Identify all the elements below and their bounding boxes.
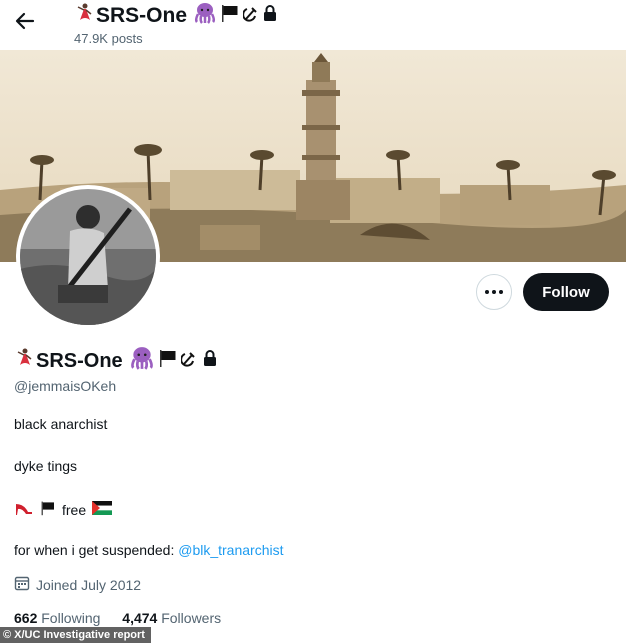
high-heel-emoji-icon [14,500,34,519]
bio-suspended-text: for when i get suspended: [14,542,179,558]
avatar[interactable] [16,185,160,329]
joined-date: Joined July 2012 [14,575,141,594]
more-button[interactable] [476,274,512,310]
profile-name: SRS-One [14,346,218,376]
hammer-sickle-emoji-icon [179,349,197,373]
followers-link[interactable]: 4,474 Followers [122,610,221,626]
backup-account-link[interactable]: @blk_tranarchist [178,542,283,558]
bio-line: free [14,500,113,519]
joined-text: Joined July 2012 [36,576,142,593]
black-flag-emoji-icon [40,500,56,519]
more-icon [485,290,503,294]
bio-line: dyke tings [14,458,78,474]
calendar-icon [14,575,30,594]
profile-display-name: SRS-One [36,349,123,372]
black-flag-emoji-icon [158,348,178,374]
profile-header: SRS-One 47.9K posts [0,0,634,50]
bio-line: for when i get suspended: @blk_tranarchi… [14,542,284,558]
header-title: SRS-One [74,2,278,30]
hammer-sickle-emoji-icon [242,4,259,28]
octopus-emoji-icon [129,346,155,376]
watermark: © X/UC Investigative report [0,627,151,643]
bio-free-text: free [62,501,87,518]
octopus-emoji-icon [193,2,217,30]
follow-button[interactable]: Follow [523,273,609,311]
profile-handle: @jemmaisOKeh [14,378,117,394]
dancer-emoji-icon [14,347,36,375]
black-flag-emoji-icon [220,3,240,29]
back-arrow-icon[interactable] [12,8,38,34]
header-name: SRS-One [96,4,188,27]
lock-icon [262,4,278,28]
post-count: 47.9K posts [74,31,143,46]
lock-icon [202,349,218,373]
palestine-flag-emoji-icon [92,501,113,518]
following-link[interactable]: 662 Following [14,610,100,626]
bio-line: black anarchist [14,416,108,432]
follow-stats: 662 Following 4,474 Followers [14,610,221,626]
dancer-emoji-icon [74,2,96,30]
